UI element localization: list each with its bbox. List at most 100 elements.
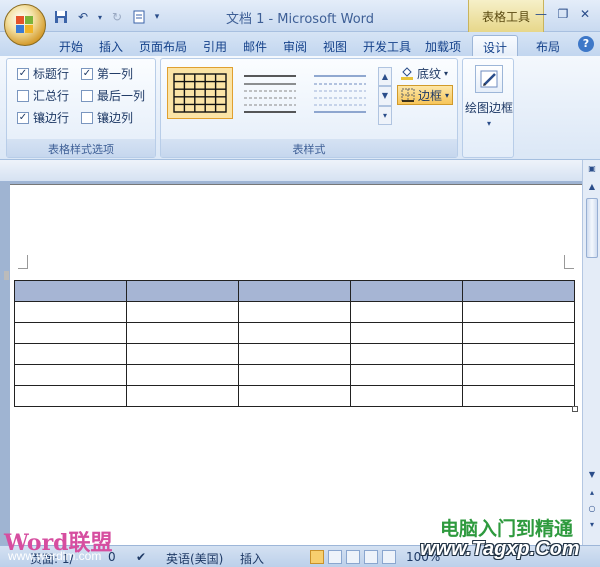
- status-language[interactable]: 英语(美国): [166, 550, 223, 567]
- table-cell[interactable]: [238, 385, 351, 407]
- scroll-up-icon[interactable]: ▲: [585, 180, 599, 194]
- table-move-handle-icon[interactable]: [4, 271, 9, 280]
- select-browse-object-icon[interactable]: ○: [585, 502, 599, 516]
- ribbon: ✓ 标题行 ✓ 第一列 汇总行 最后一列 ✓ 镶边行 镶边列 表格样式选项 ▲ …: [0, 56, 600, 160]
- document-table[interactable]: [14, 280, 575, 407]
- table-style-grid[interactable]: [167, 67, 233, 119]
- table-cell[interactable]: [14, 385, 127, 407]
- table-cell[interactable]: [238, 322, 351, 344]
- draw-borders-button[interactable]: [475, 65, 503, 93]
- status-insert-mode[interactable]: 插入: [240, 550, 264, 567]
- scroll-thumb[interactable]: [586, 198, 598, 258]
- restore-icon[interactable]: ❐: [552, 4, 574, 24]
- table-cell[interactable]: [14, 280, 127, 302]
- web-layout-view-icon[interactable]: [346, 550, 360, 564]
- option-banded-rows[interactable]: ✓ 镶边行: [17, 109, 69, 126]
- checkbox-banded-columns[interactable]: [81, 111, 93, 124]
- tab-insert[interactable]: 插入: [94, 35, 128, 56]
- table-cell[interactable]: [462, 364, 575, 386]
- vertical-scrollbar[interactable]: ▣ ▲ ▼ ▴ ○ ▾: [582, 160, 600, 545]
- tab-references[interactable]: 引用: [198, 35, 232, 56]
- option-last-column[interactable]: 最后一列: [81, 87, 145, 104]
- table-cell[interactable]: [350, 343, 463, 365]
- table-cell[interactable]: [14, 364, 127, 386]
- shading-label: 底纹: [417, 66, 442, 81]
- scroll-down-icon[interactable]: ▼: [585, 468, 599, 482]
- outline-view-icon[interactable]: [364, 550, 378, 564]
- table-cell[interactable]: [462, 322, 575, 344]
- table-cell[interactable]: [126, 301, 239, 323]
- print-layout-view-icon[interactable]: [310, 550, 324, 564]
- tab-page-layout[interactable]: 页面布局: [134, 35, 192, 56]
- close-icon[interactable]: ✕: [574, 4, 596, 24]
- table-styles-label: 表样式: [161, 139, 457, 157]
- gallery-up-icon[interactable]: ▲: [378, 67, 392, 87]
- table-cell[interactable]: [350, 364, 463, 386]
- view-ruler-icon[interactable]: ▣: [585, 162, 599, 176]
- tab-design[interactable]: 设计: [472, 35, 518, 56]
- office-logo-icon: [16, 16, 34, 34]
- horizontal-ruler[interactable]: [0, 160, 582, 182]
- tab-home[interactable]: 开始: [54, 35, 88, 56]
- option-total-row-label: 汇总行: [33, 89, 70, 103]
- table-cell[interactable]: [126, 343, 239, 365]
- tab-developer[interactable]: 开发工具: [358, 35, 416, 56]
- table-cell[interactable]: [238, 280, 351, 302]
- checkbox-header-row[interactable]: ✓: [17, 67, 29, 80]
- option-last-column-label: 最后一列: [97, 89, 146, 103]
- gallery-more-icon[interactable]: ▾: [378, 105, 392, 125]
- table-row: [14, 301, 575, 323]
- tab-add-ins[interactable]: 加载项: [420, 35, 466, 56]
- next-page-icon[interactable]: ▾: [585, 518, 599, 532]
- previous-page-icon[interactable]: ▴: [585, 486, 599, 500]
- tab-layout[interactable]: 布局: [528, 35, 568, 56]
- table-cell[interactable]: [126, 280, 239, 302]
- checkbox-total-row[interactable]: [17, 89, 29, 102]
- option-first-column[interactable]: ✓ 第一列: [81, 65, 133, 82]
- draft-view-icon[interactable]: [382, 550, 396, 564]
- borders-button[interactable]: 边框 ▾: [397, 85, 454, 105]
- draw-borders-expand-icon[interactable]: ▾: [463, 119, 515, 128]
- table-cell[interactable]: [350, 301, 463, 323]
- table-style-light-shading[interactable]: [237, 67, 303, 119]
- table-cell[interactable]: [14, 322, 127, 344]
- minimize-icon[interactable]: —: [530, 4, 552, 24]
- table-row: [14, 280, 575, 302]
- option-header-row[interactable]: ✓ 标题行: [17, 65, 69, 82]
- option-banded-columns[interactable]: 镶边列: [81, 109, 133, 126]
- table-style-options-group: ✓ 标题行 ✓ 第一列 汇总行 最后一列 ✓ 镶边行 镶边列 表格样式选项: [6, 58, 156, 158]
- option-total-row[interactable]: 汇总行: [17, 87, 69, 104]
- table-cell[interactable]: [350, 385, 463, 407]
- table-cell[interactable]: [126, 385, 239, 407]
- full-screen-view-icon[interactable]: [328, 550, 342, 564]
- table-style-light-list[interactable]: [307, 67, 373, 119]
- table-cell[interactable]: [462, 385, 575, 407]
- table-cell[interactable]: [462, 343, 575, 365]
- table-cell[interactable]: [126, 364, 239, 386]
- document-page[interactable]: [4, 184, 582, 545]
- gallery-down-icon[interactable]: ▼: [378, 86, 392, 106]
- table-cell[interactable]: [350, 322, 463, 344]
- checkbox-first-column[interactable]: ✓: [81, 67, 93, 80]
- table-cell[interactable]: [350, 280, 463, 302]
- help-icon[interactable]: ?: [578, 36, 594, 52]
- table-cell[interactable]: [462, 301, 575, 323]
- checkbox-last-column[interactable]: [81, 89, 93, 102]
- style-gallery-scroll: ▲ ▼ ▾: [378, 67, 392, 125]
- table-cell[interactable]: [14, 301, 127, 323]
- tab-view[interactable]: 视图: [318, 35, 352, 56]
- table-cell[interactable]: [126, 322, 239, 344]
- spelling-check-icon[interactable]: ✔: [136, 550, 146, 564]
- tab-mailings[interactable]: 邮件: [238, 35, 272, 56]
- checkbox-banded-rows[interactable]: ✓: [17, 111, 29, 124]
- tab-review[interactable]: 审阅: [278, 35, 312, 56]
- table-cell[interactable]: [462, 280, 575, 302]
- draw-borders-label: 绘图边框: [464, 101, 513, 115]
- office-button[interactable]: [4, 4, 46, 46]
- table-cell[interactable]: [238, 343, 351, 365]
- shading-button[interactable]: 底纹 ▾: [397, 63, 451, 83]
- table-cell[interactable]: [238, 301, 351, 323]
- table-cell[interactable]: [238, 364, 351, 386]
- table-cell[interactable]: [14, 343, 127, 365]
- table-resize-handle[interactable]: [572, 406, 578, 412]
